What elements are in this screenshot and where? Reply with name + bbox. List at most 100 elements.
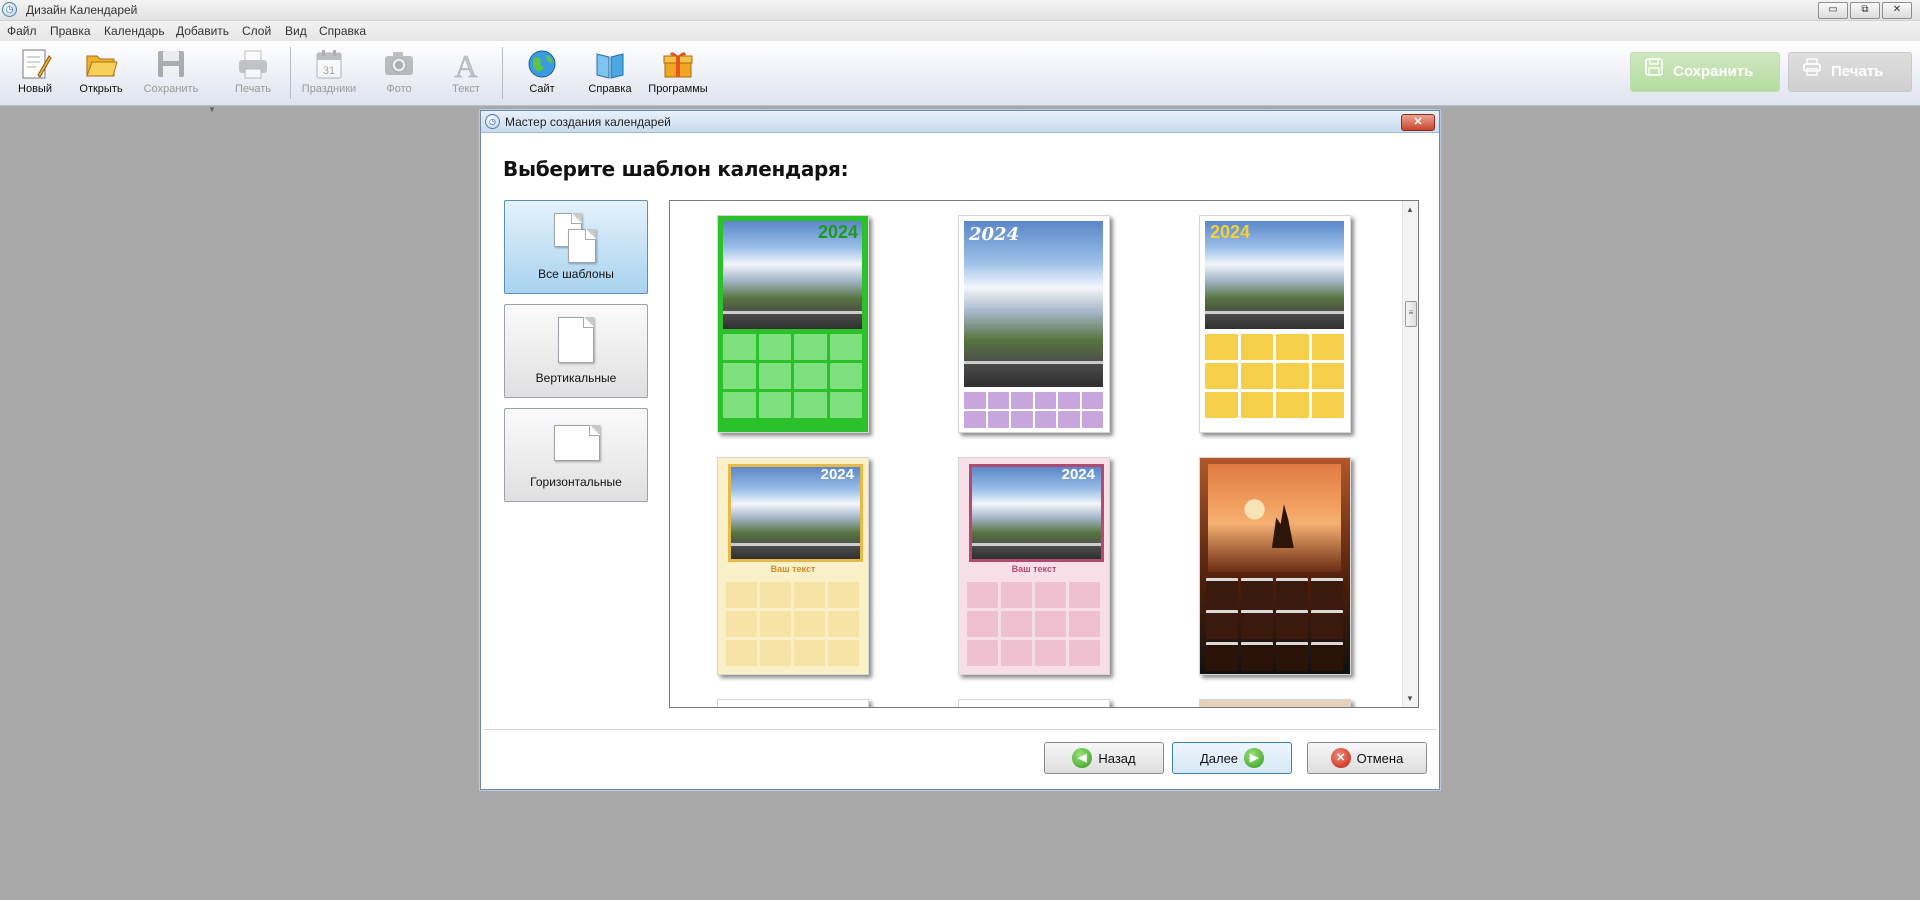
photo-button[interactable]: Фото [368, 45, 430, 101]
menu-bar: Файл Правка Календарь Добавить Слой Вид … [0, 21, 1920, 41]
calendar-wizard-dialog: ◷ Мастер создания календарей ✕ Выберите … [480, 110, 1440, 790]
printer-icon [1803, 53, 1821, 91]
cancel-button[interactable]: ✕ Отмена [1307, 742, 1427, 774]
horizontal-page-icon [554, 421, 600, 471]
printer-icon [236, 47, 270, 81]
category-vertical[interactable]: Вертикальные [504, 304, 648, 398]
template-caption: Ваш текст [1011, 564, 1057, 574]
close-window-button[interactable]: ✕ [1882, 2, 1912, 19]
template-year: 2024 [817, 222, 858, 242]
save-big-button[interactable]: Сохранить [1630, 52, 1780, 92]
holidays-button[interactable]: 31 Праздники [298, 45, 360, 101]
menu-layer[interactable]: Слой [242, 24, 271, 38]
template-thumbnail[interactable] [958, 699, 1110, 707]
menu-help[interactable]: Справка [319, 24, 366, 38]
floppy-disk-icon [1645, 53, 1663, 91]
print-big-button[interactable]: Печать [1788, 52, 1912, 92]
template-year: 2024 [820, 466, 854, 483]
scroll-down-arrow-icon[interactable]: ▼ [1406, 694, 1414, 703]
camera-icon [382, 47, 416, 81]
dialog-close-button[interactable]: ✕ [1401, 114, 1435, 131]
restore-button[interactable]: ⧉ [1850, 2, 1880, 19]
menu-edit[interactable]: Правка [50, 24, 91, 38]
save-dropdown-arrow-icon[interactable]: ▼ [208, 105, 216, 114]
gallery-scrollbar[interactable]: ▲ ≡ ▼ [1402, 201, 1418, 707]
site-button-label: Сайт [529, 83, 555, 95]
save-button[interactable]: Сохранить [140, 45, 202, 101]
category-horizontal[interactable]: Горизонтальные [504, 408, 648, 502]
template-thumbnail[interactable]: 2024 [1199, 215, 1351, 433]
toolbar-separator [290, 47, 291, 99]
folder-icon [84, 47, 118, 81]
svg-text:31: 31 [323, 65, 335, 77]
new-button-label: Новый [18, 83, 52, 95]
dialog-heading: Выберите шаблон календаря: [503, 157, 849, 181]
new-button[interactable]: Новый [4, 45, 66, 101]
scroll-up-arrow-icon[interactable]: ▲ [1406, 205, 1414, 214]
template-year: 2024 [1061, 466, 1095, 483]
programs-button-label: Программы [648, 83, 708, 95]
open-button-label: Открыть [79, 83, 123, 95]
calendar-icon: 31 [312, 47, 346, 81]
print-button[interactable]: Печать [222, 45, 284, 101]
menu-add[interactable]: Добавить [176, 24, 229, 38]
app-logo-icon: ◷ [2, 2, 17, 17]
template-year: 2024 [969, 224, 1020, 245]
menu-calendar[interactable]: Календарь [104, 24, 165, 38]
template-thumbnail[interactable]: 2024 [958, 215, 1110, 433]
template-thumbnail[interactable] [717, 699, 869, 707]
minimize-button[interactable]: ▭ [1818, 2, 1848, 19]
next-button[interactable]: Далее ▶ [1172, 742, 1292, 774]
dialog-app-icon: ◷ [485, 114, 500, 129]
save-big-label: Сохранить [1673, 63, 1754, 80]
text-button[interactable]: A Текст [435, 45, 497, 101]
menu-file[interactable]: Файл [7, 24, 37, 38]
help-button[interactable]: Справка [579, 45, 641, 101]
toolbar-separator [502, 47, 503, 99]
window-title-bar: ◷ Дизайн Календарей ▭ ⧉ ✕ [0, 0, 1920, 21]
vertical-page-icon [554, 317, 598, 367]
holidays-button-label: Праздники [301, 83, 357, 95]
window-title: Дизайн Календарей [26, 3, 138, 17]
cancel-button-label: Отмена [1356, 750, 1404, 766]
programs-button[interactable]: Программы [647, 45, 709, 101]
back-button[interactable]: ◀ Назад [1044, 742, 1164, 774]
dialog-divider [483, 729, 1437, 730]
template-year: 2024 [1210, 222, 1251, 242]
scrollbar-thumb[interactable]: ≡ [1405, 301, 1417, 327]
arrow-left-icon: ◀ [1072, 748, 1093, 768]
dialog-title-bar: ◷ Мастер создания календарей ✕ [481, 111, 1439, 133]
print-big-label: Печать [1831, 63, 1884, 80]
cancel-x-icon: ✕ [1330, 748, 1351, 768]
floppy-disk-icon [154, 47, 188, 81]
category-label: Все шаблоны [538, 267, 614, 281]
book-icon [593, 47, 627, 81]
back-button-label: Назад [1098, 750, 1136, 766]
open-button[interactable]: Открыть [70, 45, 132, 101]
template-gallery: 2024 2024 2024 2024 Ваш текст 2024 Ваш т… [669, 200, 1419, 708]
template-thumbnail[interactable]: 2024 Ваш текст [958, 457, 1110, 675]
next-button-label: Далее [1199, 750, 1239, 766]
help-button-label: Справка [588, 83, 632, 95]
photo-button-label: Фото [386, 83, 412, 95]
template-thumbnail[interactable] [1199, 457, 1351, 675]
category-all-templates[interactable]: Все шаблоны [504, 200, 648, 294]
new-document-icon [18, 47, 52, 81]
text-letter-icon: A [449, 47, 483, 85]
arrow-right-icon: ▶ [1244, 748, 1265, 768]
template-thumbnail[interactable]: 2024 [717, 215, 869, 433]
globe-icon [525, 47, 559, 81]
dialog-title: Мастер создания календарей [505, 115, 671, 129]
menu-view[interactable]: Вид [285, 24, 307, 38]
print-button-label: Печать [234, 83, 272, 95]
category-label: Вертикальные [535, 371, 617, 385]
save-button-label: Сохранить [143, 83, 199, 95]
category-label: Горизонтальные [530, 475, 622, 489]
template-caption: Ваш текст [770, 564, 816, 574]
gift-box-icon [661, 47, 695, 81]
text-button-label: Текст [452, 83, 480, 95]
template-thumbnail[interactable]: 2024 Ваш текст [717, 457, 869, 675]
site-button[interactable]: Сайт [511, 45, 573, 101]
svg-text:A: A [454, 48, 477, 81]
template-thumbnail[interactable] [1199, 699, 1351, 707]
